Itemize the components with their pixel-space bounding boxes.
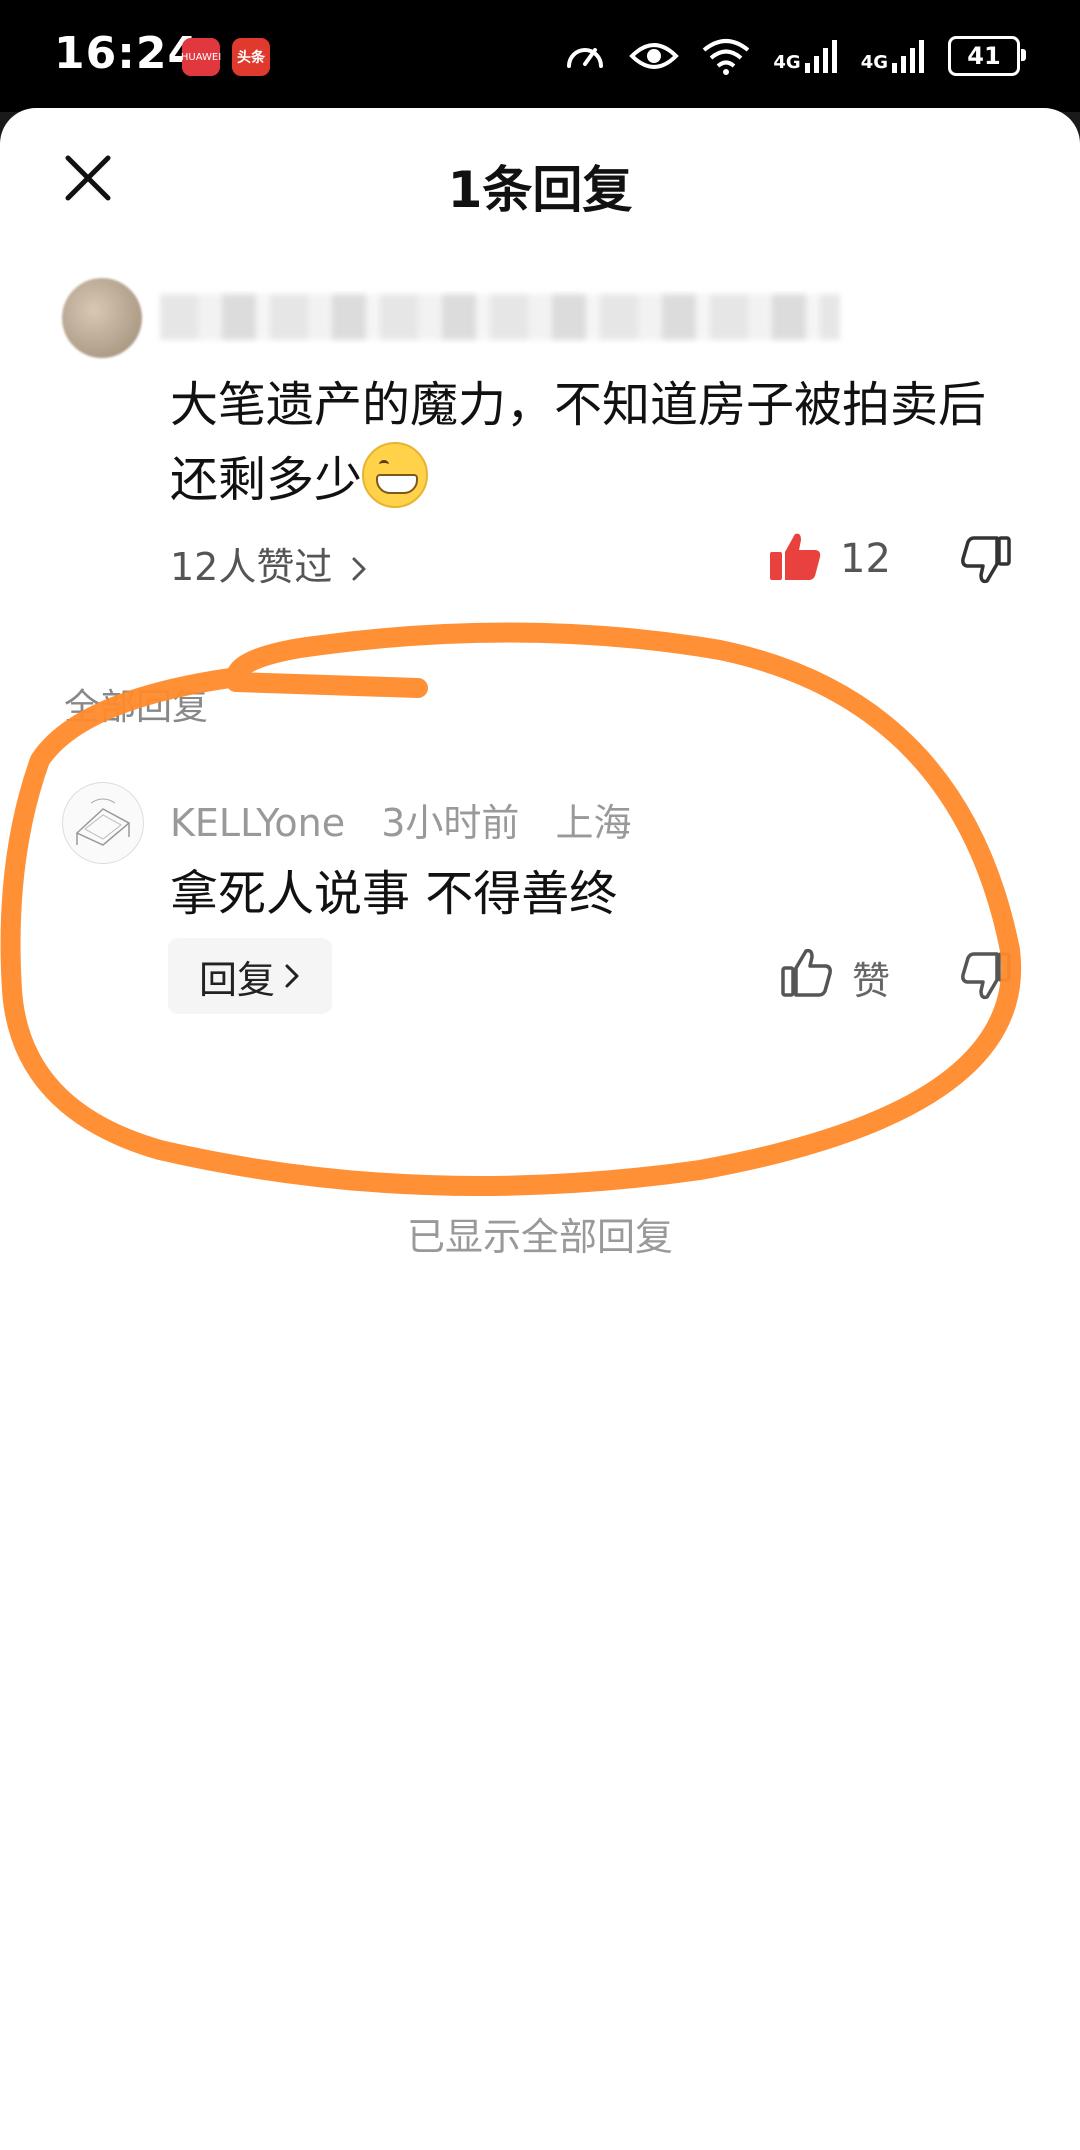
sketch-avatar-icon — [75, 798, 131, 846]
status-time: 16:24 — [54, 28, 200, 79]
speed-icon — [567, 48, 604, 68]
replies-sheet: 1条回复 大笔遗产的魔力，不知道房子被拍卖后还剩多少 12人赞过 12 全部回复… — [0, 108, 1080, 2150]
like-label[interactable]: 赞 — [852, 950, 890, 1005]
toutiao-app-icon: 头条 — [232, 38, 270, 76]
comment-text: 大笔遗产的魔力，不知道房子被拍卖后还剩多少 — [170, 368, 1020, 517]
reply-button[interactable]: 回复 — [168, 938, 332, 1014]
eye-icon — [629, 43, 680, 69]
battery-level: 41 — [967, 42, 1001, 70]
status-icons: 4G 4G 41 — [563, 28, 1026, 84]
battery-indicator: 41 — [948, 36, 1026, 76]
reply-username[interactable]: KELLYone — [170, 801, 345, 845]
reply-avatar[interactable] — [62, 782, 144, 864]
network-label-1: 4G — [773, 52, 801, 73]
signal-1: 4G — [773, 39, 838, 73]
like-count: 12 — [840, 536, 891, 582]
all-replies-shown-notice: 已显示全部回复 — [406, 1215, 673, 1259]
reply-location: 上海 — [555, 801, 632, 845]
thumb-up-icon[interactable] — [780, 946, 834, 1000]
network-label-2: 4G — [860, 52, 888, 73]
likes-list-label: 12人赞过 — [170, 545, 333, 589]
reply-text: 拿死人说事 不得善终 — [170, 866, 618, 922]
thumb-down-icon[interactable] — [960, 950, 1012, 1002]
chevron-right-icon — [285, 964, 299, 988]
signal-2: 4G — [861, 39, 926, 73]
thumb-down-icon[interactable] — [960, 534, 1012, 586]
signal-bars-icon — [804, 40, 837, 73]
likes-list-link[interactable]: 12人赞过 — [170, 536, 368, 591]
comment-body: 大笔遗产的魔力，不知道房子被拍卖后还剩多少 — [170, 377, 987, 508]
reply-button-label: 回复 — [198, 957, 275, 1002]
status-bar: 16:24 HUAWEI 头条 4G 4G 41 — [0, 0, 1080, 112]
signal-bars-icon — [892, 40, 924, 73]
all-replies-heading: 全部回复 — [64, 687, 209, 728]
reply-meta: KELLYone 3小时前 上海 — [170, 792, 656, 847]
commenter-name-blurred[interactable] — [160, 294, 840, 340]
thumb-up-filled-icon[interactable] — [768, 530, 822, 584]
reply-time: 3小时前 — [381, 801, 520, 845]
wifi-icon — [703, 39, 750, 75]
sheet-title: 1条回复 — [447, 161, 633, 219]
commenter-avatar[interactable] — [62, 278, 142, 358]
grin-emoji-icon — [362, 442, 429, 508]
chevron-right-icon — [352, 557, 366, 581]
huawei-app-icon: HUAWEI — [181, 38, 221, 76]
